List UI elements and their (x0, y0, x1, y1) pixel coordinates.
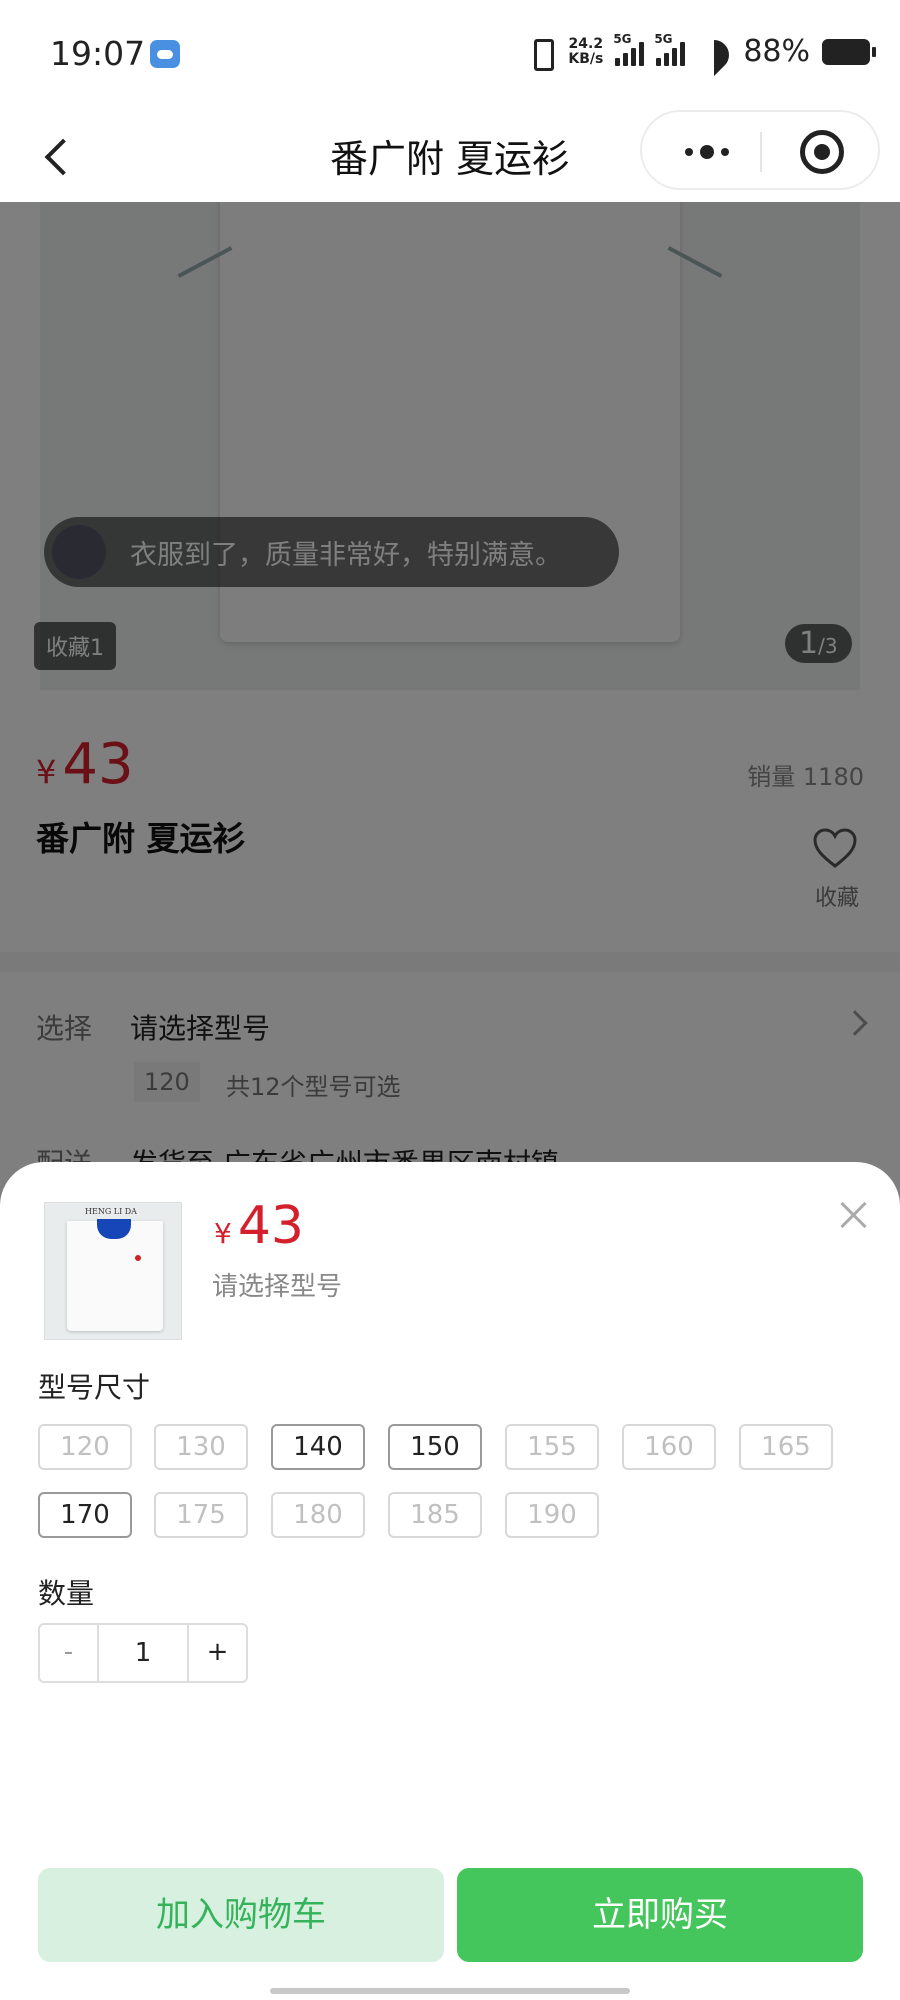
close-icon[interactable] (836, 1198, 870, 1232)
status-indicators: 24.2 KB/s 5G 5G 88% (526, 32, 876, 71)
product-thumbnail: HENG LI DA (44, 1202, 182, 1340)
network-speed-value: 24.2 (568, 35, 604, 52)
thumbnail-brand: HENG LI DA (85, 1207, 137, 1216)
size-option[interactable]: 150 (388, 1424, 482, 1470)
size-option[interactable]: 190 (505, 1492, 599, 1538)
signal-2-label: 5G (654, 31, 673, 46)
quantity-input[interactable]: 1 (96, 1625, 190, 1681)
mini-program-capsule (640, 110, 880, 190)
sku-bottom-sheet: HENG LI DA ¥43 请选择型号 型号尺寸 120 130 140 15… (0, 1162, 900, 2000)
size-option[interactable]: 165 (739, 1424, 833, 1470)
network-speed: 24.2 KB/s (568, 35, 604, 67)
battery-icon (822, 38, 876, 65)
status-time: 19:07 (50, 34, 146, 73)
capsule-divider (760, 132, 762, 172)
signal-1-icon: 5G (613, 32, 645, 66)
size-option[interactable]: 130 (154, 1424, 248, 1470)
size-option[interactable]: 185 (388, 1492, 482, 1538)
sheet-hint: 请选择型号 (212, 1272, 343, 1302)
size-option[interactable]: 175 (154, 1492, 248, 1538)
buy-now-button[interactable]: 立即购买 (457, 1868, 863, 1962)
decrement-button[interactable]: - (40, 1625, 97, 1681)
size-option[interactable]: 140 (271, 1424, 365, 1470)
vibrate-icon (526, 37, 556, 71)
quantity-stepper: - 1 + (38, 1623, 248, 1683)
size-option[interactable]: 170 (38, 1492, 132, 1538)
size-option[interactable]: 155 (505, 1424, 599, 1470)
size-option[interactable]: 120 (38, 1424, 132, 1470)
sheet-price-value: 43 (237, 1196, 304, 1256)
signal-2-icon: 5G (654, 32, 686, 66)
sheet-price: ¥43 (214, 1196, 304, 1256)
status-bar: 19:07 24.2 KB/s 5G 5G 88% (0, 0, 900, 110)
size-option[interactable]: 180 (271, 1492, 365, 1538)
increment-button[interactable]: + (189, 1625, 246, 1681)
quantity-label: 数量 (38, 1577, 95, 1610)
size-section-label: 型号尺寸 (38, 1371, 151, 1404)
add-to-cart-button[interactable]: 加入购物车 (38, 1868, 444, 1962)
sheet-currency-symbol: ¥ (214, 1217, 232, 1250)
nav-bar: 番广附 夏运衫 (0, 110, 900, 202)
more-icon[interactable] (677, 138, 737, 166)
home-indicator[interactable] (270, 1988, 630, 1994)
close-miniprogram-icon[interactable] (800, 130, 844, 174)
size-option[interactable]: 160 (622, 1424, 716, 1470)
battery-percent: 88% (743, 34, 810, 69)
wifi-icon (697, 38, 731, 66)
signal-1-label: 5G (613, 31, 632, 46)
network-speed-unit: KB/s (568, 50, 604, 67)
cloud-app-icon (150, 40, 180, 68)
